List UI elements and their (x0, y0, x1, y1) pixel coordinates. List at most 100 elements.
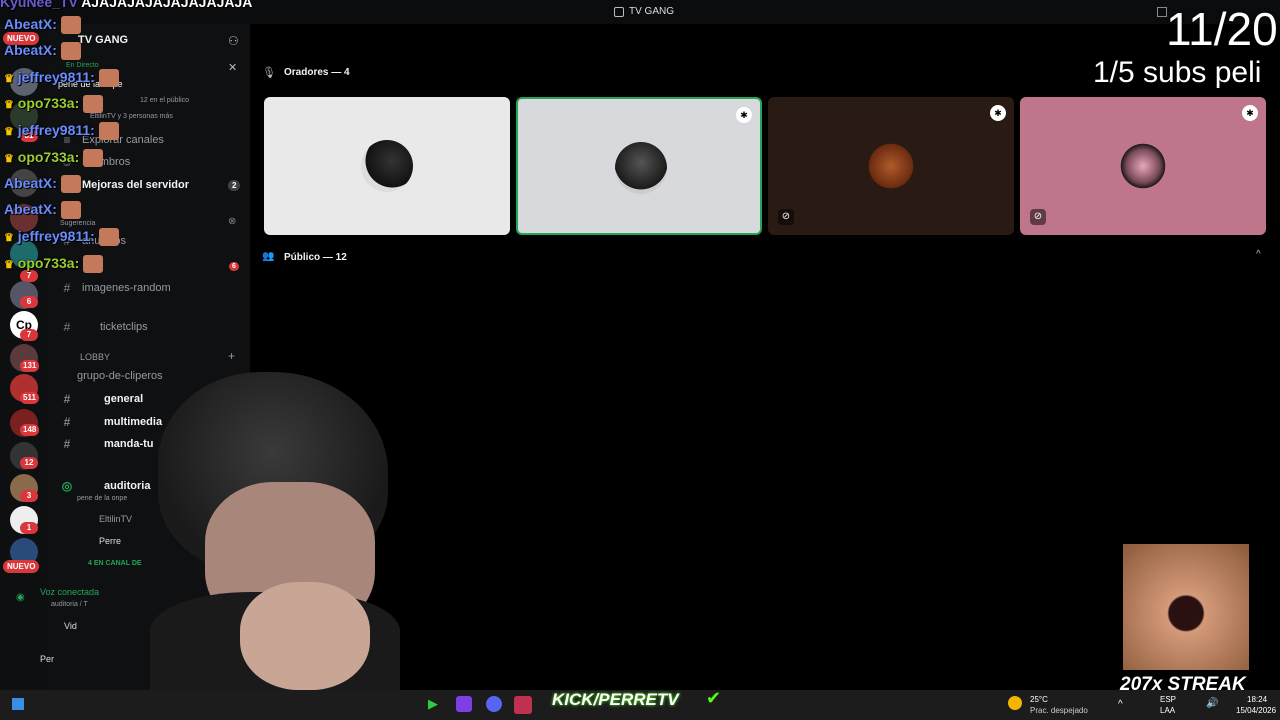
voice-connected-icon: ◉ (16, 592, 25, 603)
emote (98, 228, 119, 247)
unread-badge: 131 (20, 360, 40, 372)
goal-counter: 11/20 (1166, 3, 1278, 55)
chat-user: opo733a: (17, 95, 80, 111)
category-lobby[interactable]: LOBBY (80, 352, 110, 362)
collapse-icon[interactable]: ^ (1256, 249, 1261, 260)
chat-user: jeffrey9811: (17, 228, 95, 244)
emote (60, 175, 81, 194)
hash-icon: # (63, 415, 71, 429)
voice-channel-topic: pene de la onpe (77, 495, 128, 502)
chat-user: jeffrey9811: (17, 122, 95, 138)
subs-goal: 1/5 subs peli (1093, 56, 1262, 89)
speaker-tile[interactable] (264, 97, 510, 235)
chat-message: ♛ jeffrey9811: (4, 69, 119, 88)
crown-icon: ♛ (4, 259, 14, 271)
volume-icon[interactable]: 🔊 (1206, 698, 1218, 709)
emote (60, 201, 81, 220)
speaker-tile[interactable]: ✱ ⊘ (1020, 97, 1266, 235)
hash-icon: # (63, 437, 71, 451)
server-name[interactable]: TV GANG (78, 34, 128, 46)
unread-badge: 6 (20, 296, 38, 308)
emote (60, 42, 81, 61)
taskbar: ▶ KICK/PERRETV ✔ 25°C Prac. despejado ^ … (0, 688, 1280, 720)
invite-icon[interactable]: ⚇ (228, 34, 239, 48)
window-icon (614, 7, 624, 17)
speakers-heading: Oradores — 4 (284, 67, 350, 78)
avatar (865, 140, 917, 192)
new-badge: NUEVO (3, 560, 40, 573)
emote (83, 149, 104, 168)
start-icon[interactable] (12, 698, 24, 710)
add-channel-icon[interactable]: + (228, 349, 235, 363)
weather-desc: Prac. despejado (1030, 706, 1088, 715)
chat-text: AJAJAJAJAJAJAJAJAJA (81, 0, 253, 10)
clock-time[interactable]: 18:24 (1247, 695, 1267, 704)
emote (98, 69, 119, 88)
dismiss-icon[interactable]: ⊗ (228, 216, 236, 227)
voice-status[interactable]: Voz conectada (40, 587, 99, 597)
moderator-icon: ✱ (736, 107, 752, 123)
weather-temp[interactable]: 25°C (1030, 695, 1048, 704)
chat-message: ♛ jeffrey9811: (4, 228, 119, 247)
webcam-hand (240, 582, 370, 690)
unread-badge: 12 (20, 457, 38, 469)
play-icon[interactable]: ▶ (428, 696, 438, 712)
voice-user[interactable]: EltilinTV (99, 514, 132, 524)
unread-badge: 511 (20, 392, 39, 404)
discord-icon[interactable] (486, 696, 502, 712)
mic-muted-icon: ⊘ (1030, 209, 1046, 225)
boosts-badge: 2 (228, 180, 241, 191)
emote (83, 255, 104, 274)
chat-message: ♛ jeffrey9811: (4, 122, 119, 141)
close-icon[interactable]: ✕ (228, 61, 237, 74)
speaker-tile[interactable]: ✱ ⊘ (768, 97, 1014, 235)
crown-icon: ♛ (4, 153, 14, 165)
unread-badge: 1 (20, 522, 38, 534)
kbd-indicator: LAA (1160, 706, 1176, 715)
hash-icon: # (63, 281, 71, 295)
weather-icon[interactable] (1008, 696, 1022, 710)
video-button[interactable]: Vid (64, 621, 77, 631)
avatar (361, 140, 413, 192)
sidebar-item-ticketclips[interactable]: # ticketclips (48, 317, 238, 337)
in-channel-label: 4 EN CANAL DE (88, 560, 142, 567)
announcements-badge: 6 (229, 262, 239, 271)
moderator-icon: ✱ (1242, 105, 1258, 121)
chat-message: ♛ opo733a: (4, 95, 104, 114)
chat-user: KyuNee_TV (0, 0, 78, 10)
chat-user: AbeatX: (4, 42, 57, 58)
unread-badge: 7 (20, 329, 38, 341)
chat-message: AbeatX: (4, 16, 81, 35)
emote (60, 16, 81, 35)
crown-icon: ♛ (4, 232, 14, 244)
emote (98, 122, 119, 141)
avatar (1117, 140, 1169, 192)
speaker-tile-active[interactable]: ✱ (516, 97, 762, 235)
tray-chevron-icon[interactable]: ^ (1118, 699, 1123, 710)
app-icon[interactable] (514, 696, 532, 714)
chat-message: ♛ opo733a: (4, 255, 104, 274)
stage-icon: ◎ (61, 479, 73, 493)
sidebar-item-imagenes[interactable]: # imagenes-random (48, 278, 238, 298)
verified-icon: ✔ (706, 688, 722, 708)
chat-user: AbeatX: (4, 16, 57, 32)
unread-badge: 3 (20, 490, 38, 502)
chat-message: AbeatX: (4, 42, 81, 61)
lang-indicator[interactable]: ESP (1160, 695, 1176, 704)
app-icon[interactable] (456, 696, 472, 712)
crown-icon: ♛ (4, 73, 14, 85)
chat-message: AbeatX: (4, 201, 81, 220)
live-label: En Directo (66, 62, 99, 69)
user-name[interactable]: Per (40, 654, 54, 664)
clock-date: 15/04/2026 (1236, 706, 1277, 715)
audience-icon: 👥 (262, 251, 275, 262)
webcam-overlay (150, 372, 400, 690)
chat-user: AbeatX: (4, 201, 57, 217)
audience-heading: Público — 12 (284, 252, 347, 263)
unread-badge: 148 (20, 424, 40, 436)
stage-audience: 12 en el público (140, 97, 190, 104)
voice-status-sub: auditoria / T (51, 601, 88, 608)
voice-user[interactable]: Perre (99, 536, 121, 546)
chat-message: KyuNee_TV AJAJAJAJAJAJAJAJAJA (0, 0, 252, 10)
avatar (615, 142, 667, 194)
